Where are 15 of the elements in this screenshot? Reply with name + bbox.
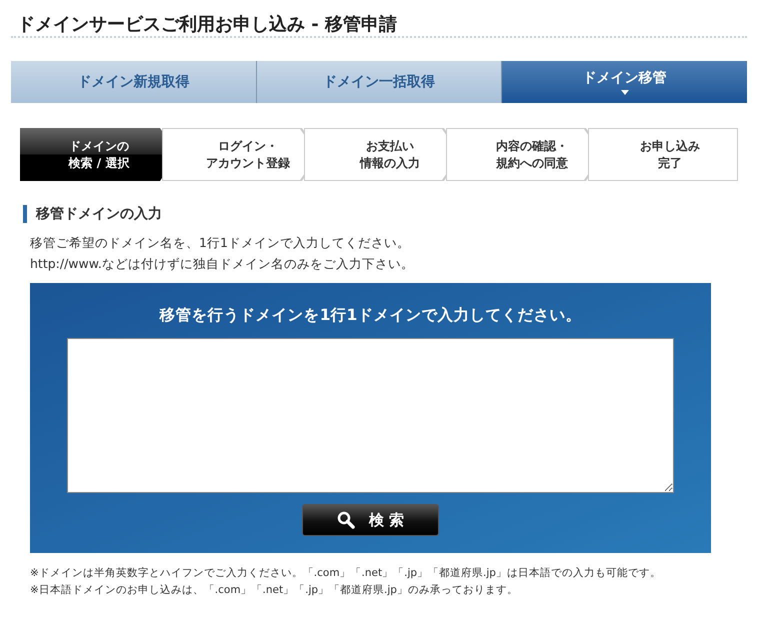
tab[interactable]: ドメイン新規取得 bbox=[11, 61, 257, 103]
progress-step: お申し込み 完了 bbox=[588, 128, 738, 181]
instruction-text: 移管ご希望のドメイン名を、1行1ドメインで入力してください。 bbox=[30, 234, 411, 252]
panel-heading: 移管を行うドメインを1行1ドメインで入力してください。 bbox=[160, 305, 582, 326]
caret-icon bbox=[620, 90, 629, 95]
domain-input-field[interactable] bbox=[67, 338, 674, 493]
tab[interactable]: ドメイン移管 bbox=[502, 61, 748, 103]
note-text: ※ドメインは半角英数字とハイフンでご入力ください。「.com」「.net」「.jp」「都道府県.jp」は日本語での入力も可能です。 bbox=[30, 566, 662, 581]
search-icon bbox=[336, 511, 355, 529]
page-title: ドメインサービスご利用お申し込み - 移管申請 bbox=[11, 0, 747, 38]
section-heading: 移管ドメインの入力 bbox=[23, 205, 747, 223]
search-button[interactable]: 検 索 bbox=[302, 504, 439, 536]
instruction-text: http://www.などは付けずに独自ドメイン名のみをご入力下さい。 bbox=[30, 255, 415, 273]
note-text: ※日本語ドメインのお申し込みは、「.com」「.net」「.jp」「都道府県.jp」のみ承っております。 bbox=[30, 583, 519, 598]
tab[interactable]: ドメイン一括取得 bbox=[256, 61, 502, 103]
